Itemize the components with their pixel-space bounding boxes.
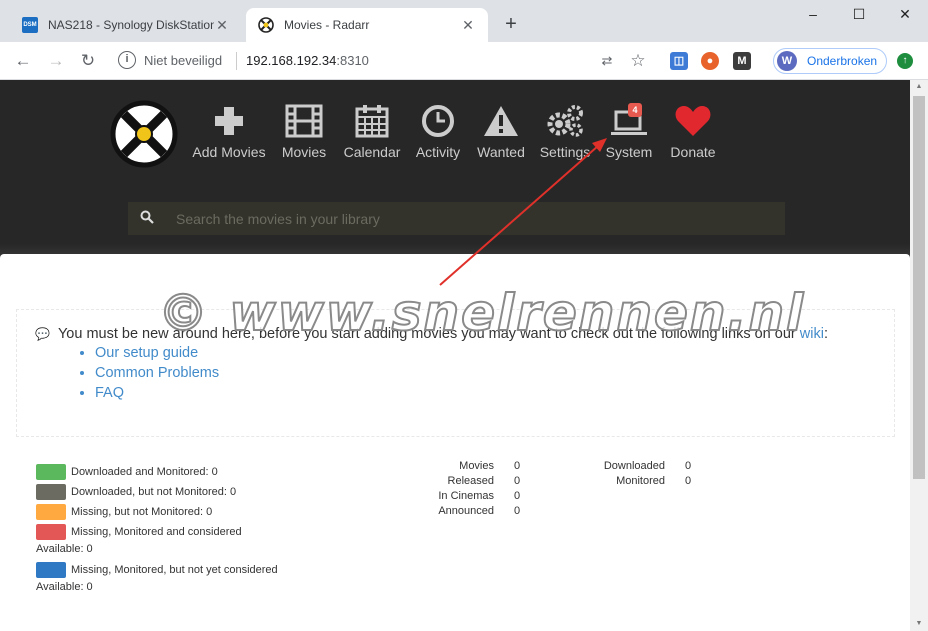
list-item: Common Problems xyxy=(95,363,876,383)
radarr-logo[interactable] xyxy=(110,100,178,168)
legend-swatch xyxy=(36,504,66,520)
legend-swatch xyxy=(36,562,66,578)
dsm-icon: DSM xyxy=(22,17,38,33)
update-icon[interactable]: ↑ xyxy=(897,53,913,69)
stat-label: Downloaded xyxy=(603,460,665,472)
status-badge: 4 xyxy=(628,103,642,117)
minimize-button[interactable]: – xyxy=(790,6,836,26)
star-icon[interactable]: ☆ xyxy=(627,50,649,72)
download-stats: Downloaded 0 Monitored 0 xyxy=(585,460,691,490)
avatar: W xyxy=(777,51,797,71)
stat-value: 0 xyxy=(685,475,692,487)
stat-label: Monitored xyxy=(616,475,665,487)
common-problems-link[interactable]: Common Problems xyxy=(95,365,219,381)
app-header: Add Movies Movies Calendar Activity Want… xyxy=(0,80,910,260)
search-input[interactable] xyxy=(166,210,785,227)
setup-guide-link[interactable]: Our setup guide xyxy=(95,345,198,361)
legend-swatch xyxy=(36,464,66,480)
address-divider xyxy=(236,52,237,70)
profile-button[interactable]: W Onderbroken xyxy=(773,48,887,74)
tab-radarr[interactable]: Movies - Radarr ✕ xyxy=(246,8,488,42)
tab-title: Movies - Radarr xyxy=(284,18,370,32)
movie-stats: Movies 0 Released 0 In Cinemas 0 Announced 0 xyxy=(420,460,520,520)
scroll-up-icon[interactable]: ▲ xyxy=(910,80,928,94)
watermark: © www.snelrennen.nl xyxy=(157,283,806,343)
tab-strip: DSM NAS218 - Synology DiskStation ✕ Movi… xyxy=(0,0,928,42)
nav-label: Add Movies xyxy=(192,144,266,160)
scroll-down-icon[interactable]: ▼ xyxy=(910,617,928,631)
url-host: 192.168.192.34 xyxy=(246,53,337,68)
comment-icon: 💬 xyxy=(35,327,50,341)
heart-icon xyxy=(675,106,711,136)
url-port: :8310 xyxy=(336,53,369,68)
close-window-button[interactable]: ✕ xyxy=(882,6,928,26)
welcome-colon: : xyxy=(823,326,828,342)
help-links: Our setup guide Common Problems FAQ xyxy=(95,343,876,403)
legend-item: Downloaded and Monitored: 0 xyxy=(36,462,278,482)
status-legend: Downloaded and Monitored: 0 Downloaded, … xyxy=(36,462,278,598)
back-arrow-icon[interactable]: ← xyxy=(12,50,34,72)
list-item: FAQ xyxy=(95,383,876,403)
legend-sublabel: Available: 0 xyxy=(36,543,93,555)
close-icon[interactable]: ✕ xyxy=(214,17,230,33)
forward-arrow-icon[interactable]: → xyxy=(45,50,67,72)
nav-donate[interactable]: Donate xyxy=(653,104,733,160)
nav-label: Donate xyxy=(670,144,716,160)
gears-icon xyxy=(547,105,583,137)
new-tab-button[interactable]: + xyxy=(500,14,522,36)
stat-value: 0 xyxy=(514,460,521,472)
plus-icon xyxy=(215,107,243,135)
address-bar[interactable]: 192.168.192.34:8310 xyxy=(246,53,369,68)
profile-name: Onderbroken xyxy=(807,54,878,68)
legend-label: Missing, Monitored and considered xyxy=(71,526,242,538)
legend-item: Missing, but not Monitored: 0 xyxy=(36,502,278,522)
maximize-button[interactable]: ☐ xyxy=(836,6,882,26)
extension-icon[interactable]: M xyxy=(733,52,751,70)
search-bar xyxy=(128,202,785,235)
legend-item: Downloaded, but not Monitored: 0 xyxy=(36,482,278,502)
close-icon[interactable]: ✕ xyxy=(460,17,476,33)
film-icon xyxy=(285,104,323,138)
list-item: Our setup guide xyxy=(95,343,876,363)
extension-icon[interactable]: ◫ xyxy=(670,52,688,70)
stat-label: Movies xyxy=(459,460,494,472)
legend-label: Missing, Monitored, but not yet consider… xyxy=(71,564,278,576)
warning-icon xyxy=(484,106,518,136)
calendar-icon xyxy=(355,105,389,138)
legend-label: Missing, but not Monitored: 0 xyxy=(71,506,213,518)
stat-value: 0 xyxy=(514,490,521,502)
legend-sublabel: Available: 0 xyxy=(36,581,93,593)
radarr-icon xyxy=(258,17,274,33)
stat-label: Released xyxy=(447,475,494,487)
page-scrollbar[interactable]: ▲ ▼ xyxy=(910,80,928,631)
legend-swatch xyxy=(36,484,66,500)
translate-icon[interactable]: ⇄ xyxy=(596,50,618,72)
security-label[interactable]: Niet beveiligd xyxy=(144,53,222,68)
extension-icon[interactable]: ● xyxy=(701,52,719,70)
stat-value: 0 xyxy=(685,460,692,472)
legend-item: Missing, Monitored and considered xyxy=(36,522,278,542)
legend-label: Downloaded and Monitored: 0 xyxy=(71,466,218,478)
tab-title: NAS218 - Synology DiskStation xyxy=(48,18,214,32)
legend-item: Missing, Monitored, but not yet consider… xyxy=(36,560,278,580)
tab-synology[interactable]: DSM NAS218 - Synology DiskStation ✕ xyxy=(10,8,242,42)
faq-link[interactable]: FAQ xyxy=(95,385,124,401)
search-icon xyxy=(128,210,166,227)
browser-toolbar: ← → ↻ i Niet beveiligd 192.168.192.34:83… xyxy=(0,42,928,80)
scroll-thumb[interactable] xyxy=(913,96,925,479)
info-icon[interactable]: i xyxy=(118,51,136,69)
legend-label: Downloaded, but not Monitored: 0 xyxy=(71,486,237,498)
legend-swatch xyxy=(36,524,66,540)
stat-label: In Cinemas xyxy=(438,490,494,502)
nav-add-movies[interactable]: Add Movies xyxy=(189,104,269,160)
stat-label: Announced xyxy=(438,505,494,517)
reload-icon[interactable]: ↻ xyxy=(77,50,99,72)
clock-icon xyxy=(422,105,454,137)
stat-value: 0 xyxy=(514,505,521,517)
stat-value: 0 xyxy=(514,475,521,487)
